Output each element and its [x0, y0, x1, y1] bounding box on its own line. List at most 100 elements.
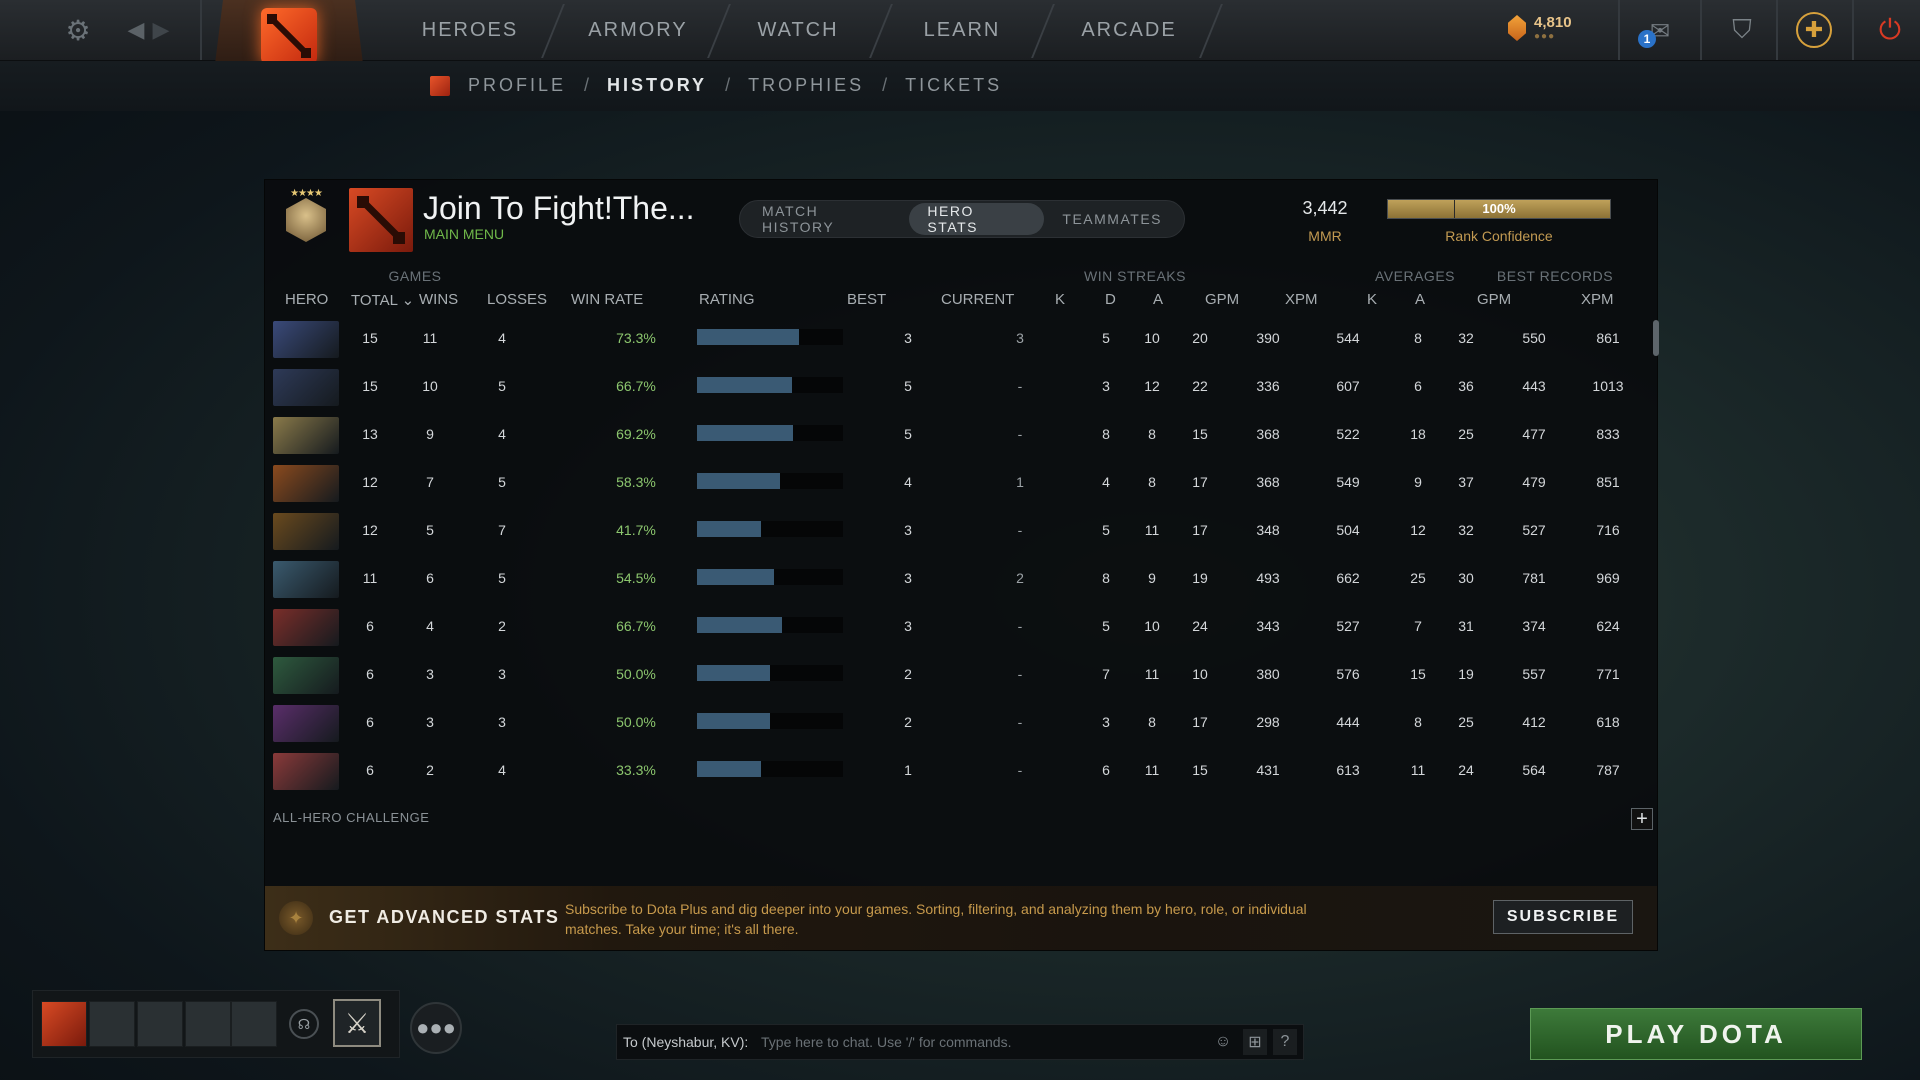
hero-portrait[interactable] [273, 465, 339, 502]
advanced-stats-title: GET ADVANCED STATS [329, 907, 560, 927]
power-icon[interactable]: ⏻ [1872, 12, 1908, 48]
cell-best-gpm: 479 [1522, 474, 1546, 490]
smiley-icon[interactable]: ☺ [1211, 1029, 1235, 1055]
nav-tab-arcade[interactable]: ARCADE [1056, 0, 1202, 60]
col-avg-deaths[interactable]: D [1105, 291, 1116, 308]
col-best-gpm[interactable]: GPM [1477, 291, 1511, 308]
tab-hero-stats[interactable]: HERO STATS [909, 203, 1045, 235]
table-row[interactable]: 15 11 4 73.3% 3 3 5 10 20 390 544 8 32 550 861 [271, 316, 1655, 362]
hero-portrait[interactable] [273, 369, 339, 406]
nav-tab-armory[interactable]: ARMORY [564, 0, 712, 60]
table-row[interactable]: 6 3 3 50.0% 2 - 3 8 17 298 444 8 25 412 618 [271, 700, 1655, 746]
cell-best-xpm: 624 [1596, 618, 1620, 634]
channel-icon[interactable]: ⊞ [1243, 1029, 1267, 1055]
table-row[interactable]: 13 9 4 69.2% 5 - 8 8 15 368 522 18 25 477 833 [271, 412, 1655, 458]
group-win-streaks: WIN STREAKS [1084, 268, 1186, 284]
col-win-rate[interactable]: WIN RATE [571, 291, 643, 308]
cell-avg-a: 17 [1192, 474, 1208, 490]
col-hero[interactable]: HERO [285, 291, 328, 308]
friends-icon[interactable]: ●●● [410, 1002, 462, 1054]
table-row[interactable]: 12 5 7 41.7% 3 - 5 11 17 348 504 12 32 527 716 [271, 508, 1655, 554]
col-total[interactable]: TOTAL ⌄ [351, 291, 414, 309]
hero-portrait[interactable] [273, 417, 339, 454]
cell-win-rate: 66.7% [616, 618, 656, 634]
all-hero-challenge-link[interactable]: ALL-HERO CHALLENGE [273, 810, 429, 825]
tab-match-history[interactable]: MATCH HISTORY [744, 203, 909, 235]
help-button[interactable]: ? [1273, 1029, 1297, 1055]
subnav-profile[interactable]: PROFILE [468, 75, 566, 96]
subnav-trophies[interactable]: TROPHIES [748, 75, 864, 96]
col-best-assists[interactable]: A [1415, 291, 1425, 308]
hero-portrait[interactable] [273, 609, 339, 646]
armory-icon[interactable]: ⛉ [1724, 12, 1760, 48]
party-slot-empty[interactable] [185, 1001, 231, 1047]
ranked-icon[interactable]: ⚔ [333, 999, 381, 1047]
cell-avg-xpm: 544 [1336, 330, 1360, 346]
cell-best-xpm: 716 [1596, 522, 1620, 538]
table-row[interactable]: 12 7 5 58.3% 4 1 4 8 17 368 549 9 37 479 851 [271, 460, 1655, 506]
table-row[interactable]: 6 4 2 66.7% 3 - 5 10 24 343 527 7 31 374 624 [271, 604, 1655, 650]
rank-confidence-bar: 100% [1387, 199, 1611, 219]
col-best-xpm[interactable]: XPM [1581, 291, 1614, 308]
cell-avg-a: 15 [1192, 762, 1208, 778]
col-wins[interactable]: WINS [419, 291, 458, 308]
tab-teammates[interactable]: TEAMMATES [1044, 203, 1180, 235]
hero-portrait[interactable] [273, 513, 339, 550]
chevron-left-icon[interactable]: ◀ [124, 14, 148, 46]
col-rating[interactable]: RATING [699, 291, 755, 308]
cell-best: 4 [904, 474, 912, 490]
party-slot-empty[interactable] [137, 1001, 183, 1047]
cell-best-a: 32 [1458, 330, 1474, 346]
hero-portrait[interactable] [273, 657, 339, 694]
party-slot-empty[interactable] [231, 1001, 277, 1047]
cell-best: 3 [904, 570, 912, 586]
subnav-tickets[interactable]: TICKETS [905, 75, 1002, 96]
col-best-kills[interactable]: K [1367, 291, 1377, 308]
group-games: GAMES [388, 268, 442, 284]
table-row[interactable]: 15 10 5 66.7% 5 - 3 12 22 336 607 6 36 443 1013 [271, 364, 1655, 410]
dota-plus-icon[interactable]: ✚ [1796, 12, 1832, 48]
col-best-streak[interactable]: BEST [847, 291, 886, 308]
player-avatar[interactable] [349, 188, 413, 252]
hero-portrait[interactable] [273, 321, 339, 358]
col-avg-assists[interactable]: A [1153, 291, 1163, 308]
table-scrollbar[interactable] [1653, 320, 1659, 356]
table-row[interactable]: 6 3 3 50.0% 2 - 7 11 10 380 576 15 19 557 771 [271, 652, 1655, 698]
cell-best-xpm: 861 [1596, 330, 1620, 346]
rating-bar-fill [697, 665, 770, 681]
cell-wins: 2 [426, 762, 434, 778]
col-avg-gpm[interactable]: GPM [1205, 291, 1239, 308]
headset-icon[interactable]: ☊ [289, 1009, 319, 1039]
expand-button[interactable]: + [1631, 808, 1653, 830]
subscribe-button[interactable]: SUBSCRIBE [1493, 900, 1633, 934]
nav-tab-heroes[interactable]: HEROES [392, 0, 548, 60]
chat-channel-target[interactable]: To (Neyshabur, KV): [623, 1034, 748, 1050]
cell-best-gpm: 550 [1522, 330, 1546, 346]
party-slot-me[interactable] [41, 1001, 87, 1047]
table-row[interactable]: 6 2 4 33.3% 1-6 11 15 431 613 11 24 564 787 [271, 748, 1655, 794]
gear-icon[interactable]: ⚙ [62, 14, 94, 46]
play-dota-button[interactable]: PLAY DOTA [1530, 1008, 1862, 1060]
hero-portrait[interactable] [273, 561, 339, 598]
nav-tab-watch[interactable]: WATCH [730, 0, 866, 60]
rank-medal-icon[interactable]: ★★★★ [275, 188, 337, 252]
hero-portrait[interactable] [273, 705, 339, 742]
col-losses[interactable]: LOSSES [487, 291, 547, 308]
col-avg-xpm[interactable]: XPM [1285, 291, 1318, 308]
rating-bar-fill [697, 329, 800, 345]
col-current-streak[interactable]: CURRENT [941, 291, 1014, 308]
hero-portrait[interactable] [273, 753, 339, 790]
col-avg-kills[interactable]: K [1055, 291, 1065, 308]
gold-display[interactable]: 4,810 ●●● [1508, 14, 1572, 42]
cell-avg-gpm: 336 [1256, 378, 1280, 394]
table-row[interactable]: 11 6 5 54.5% 3 2 8 9 19 493 662 25 30 781 969 [271, 556, 1655, 602]
advanced-stats-description: Subscribe to Dota Plus and dig deeper in… [565, 901, 1307, 937]
subnav-history[interactable]: HISTORY [607, 75, 707, 96]
chat-input[interactable] [761, 1031, 1211, 1053]
cell-losses: 3 [498, 714, 506, 730]
party-slot-empty[interactable] [89, 1001, 135, 1047]
cell-avg-d: 10 [1144, 330, 1160, 346]
chevron-right-icon[interactable]: ▶ [150, 14, 172, 46]
nav-tab-learn[interactable]: LEARN [894, 0, 1030, 60]
cell-avg-a: 20 [1192, 330, 1208, 346]
